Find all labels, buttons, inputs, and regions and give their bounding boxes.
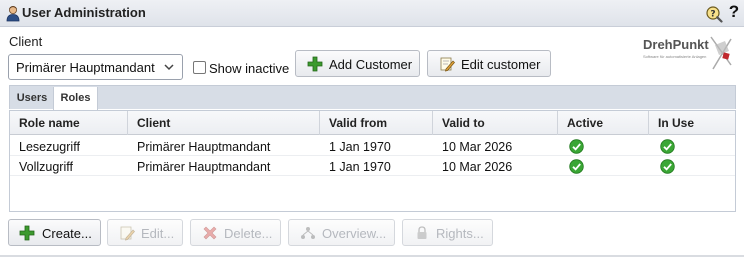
add-customer-label: Add Customer [329,57,413,72]
col-role-name[interactable]: Role name [10,111,128,135]
help-search-icon[interactable]: ? [705,5,723,23]
logo-tagline: Software für automatisierte Anlagen [643,54,706,59]
col-client[interactable]: Client [128,111,320,135]
cell-role-name: Lesezugriff [19,140,80,154]
delete-x-icon [203,226,217,240]
create-label: Create... [42,226,92,241]
edit-icon [440,57,455,72]
overview-icon [301,227,315,239]
cell-valid-to: 10 Mar 2026 [442,160,513,174]
logo-wordmark: DrehPunkt [643,37,709,52]
cell-client: Primärer Hauptmandant [137,160,271,174]
check-icon [569,139,584,154]
overview-label: Overview... [322,226,387,241]
table-row[interactable]: Vollzugriff Primärer Hauptmandant 1 Jan … [10,156,735,176]
svg-text:?: ? [710,10,715,20]
drehpunkt-logo: DrehPunkt Software für automatisierte An… [643,36,732,70]
lock-icon [417,226,427,239]
edit-customer-button[interactable]: Edit customer [427,50,551,77]
help-icon[interactable]: ? [727,2,741,22]
col-active[interactable]: Active [558,111,649,135]
tab-roles[interactable]: Roles [53,87,98,110]
table-header: Role name Client Valid from Valid to Act… [10,111,735,135]
edit-icon [120,226,135,241]
col-in-use[interactable]: In Use [649,111,735,135]
checkbox-box[interactable] [193,61,206,74]
cell-valid-from: 1 Jan 1970 [329,140,391,154]
chevron-down-icon [164,64,174,71]
check-icon [569,159,584,174]
delete-label: Delete... [224,226,273,241]
tab-users[interactable]: Users [11,87,53,110]
cell-client: Primärer Hauptmandant [137,140,271,154]
rights-button[interactable]: Rights... [402,219,493,246]
table-row[interactable]: Lesezugriff Primärer Hauptmandant 1 Jan … [10,136,735,156]
rights-label: Rights... [436,226,484,241]
edit-customer-label: Edit customer [461,57,541,72]
show-inactive-checkbox[interactable] [193,61,206,74]
plus-icon [19,225,35,241]
edit-button[interactable]: Edit... [107,219,183,246]
client-label: Client [9,34,43,49]
show-inactive-label[interactable]: Show inactive [209,61,289,76]
cell-valid-to: 10 Mar 2026 [442,140,513,154]
client-select[interactable]: Primärer Hauptmandant [8,54,183,80]
plus-icon [307,56,323,72]
cell-role-name: Vollzugriff [19,160,73,174]
check-icon [660,139,675,154]
tab-bar: Users Roles [9,85,736,110]
add-customer-button[interactable]: Add Customer [295,50,420,77]
col-valid-from[interactable]: Valid from [320,111,433,135]
cell-valid-from: 1 Jan 1970 [329,160,391,174]
overview-button[interactable]: Overview... [288,219,395,246]
check-icon [660,159,675,174]
edit-label: Edit... [141,226,175,241]
title-bar: User Administration ? ? [0,0,744,27]
user-icon [6,6,20,22]
window-title: User Administration [22,5,146,20]
delete-button[interactable]: Delete... [190,219,281,246]
roles-table: Role name Client Valid from Valid to Act… [9,110,736,212]
create-button[interactable]: Create... [8,219,101,246]
col-valid-to[interactable]: Valid to [433,111,558,135]
client-select-value: Primärer Hauptmandant [16,59,155,75]
